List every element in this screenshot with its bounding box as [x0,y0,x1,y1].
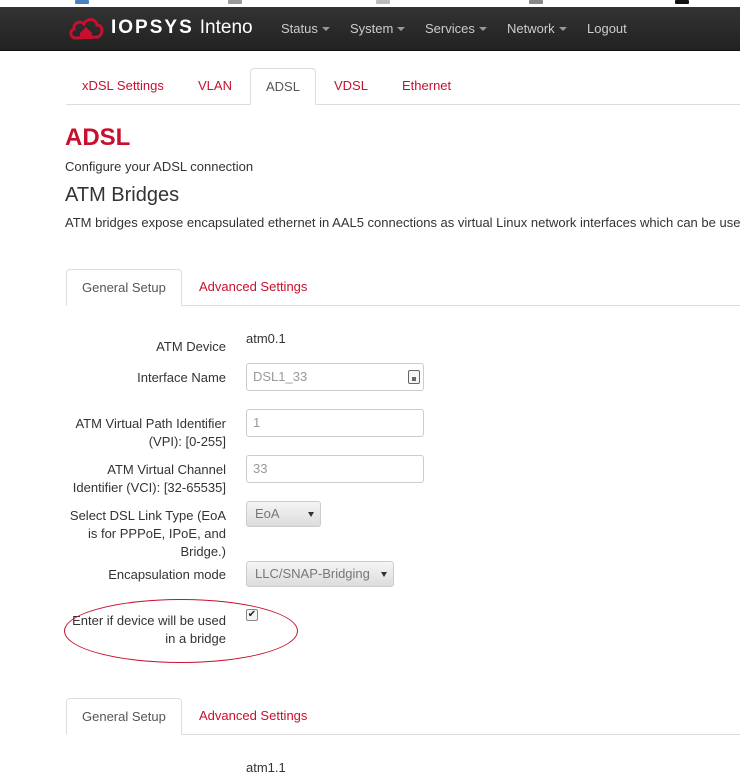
nav-status[interactable]: Status [281,7,330,50]
nav-label: Network [507,21,555,36]
tab-adsl[interactable]: ADSL [250,68,316,105]
caret-down-icon [478,26,487,31]
section-tabs-2: General Setup Advanced Settings [66,698,740,735]
interface-name-input[interactable]: DSL1_33 [246,363,424,391]
tab-vdsl[interactable]: VDSL [319,68,383,103]
dropdown-arrow-icon [381,572,387,577]
nav-logout[interactable]: Logout [587,7,627,50]
tab-xdsl-settings[interactable]: xDSL Settings [67,68,179,103]
browser-bookmark-strip [0,0,740,7]
page-description: Configure your ADSL connection [65,159,254,174]
vci-input[interactable]: 33 [246,455,424,483]
nav-system[interactable]: System [350,7,406,50]
dropdown-arrow-icon [308,512,314,517]
vpi-input[interactable]: 1 [246,409,424,437]
bookmark-icon [675,0,689,4]
encapsulation-value: LLC/SNAP-Bridging [255,566,370,581]
interface-name-value: DSL1_33 [253,369,308,384]
bookmark-icon [75,0,89,4]
tab-general-setup-2[interactable]: General Setup [66,698,182,735]
page-title: ADSL [65,124,131,151]
annotation-ellipse [64,599,298,663]
tab-ethernet[interactable]: Ethernet [387,68,466,103]
tab-advanced-settings[interactable]: Advanced Settings [184,269,322,304]
bookmark-icon [228,0,242,4]
nav-network[interactable]: Network [507,7,567,50]
nav-label: Services [425,21,475,36]
top-tabs: xDSL Settings VLAN ADSL VDSL Ethernet [66,68,740,105]
cloud-house-icon [69,18,104,40]
bookmark-icon [529,0,543,4]
vci-value: 33 [253,461,268,476]
interface-name-label: Interface Name [137,370,226,385]
nav-label: Logout [587,21,627,36]
caret-down-icon [321,26,330,31]
vpi-label: ATM Virtual Path Identifier (VPI): [0-25… [75,416,226,449]
tab-general-setup[interactable]: General Setup [66,269,182,306]
link-type-value: EoA [255,506,280,521]
atm-device-value: atm0.1 [246,331,286,346]
atm-device-label: ATM Device [156,339,226,354]
lock-icon[interactable] [408,370,420,384]
tab-vlan[interactable]: VLAN [183,68,247,103]
nav-label: System [350,21,394,36]
caret-down-icon [558,26,567,31]
nav-label: Status [281,21,318,36]
brand-name: Inteno [199,17,253,38]
link-type-select[interactable]: EoA [246,501,321,527]
nav-services[interactable]: Services [425,7,487,50]
encapsulation-select[interactable]: LLC/SNAP-Bridging [246,561,394,587]
encapsulation-label: Encapsulation mode [108,567,226,582]
link-type-label: Select DSL Link Type (EoA is for PPPoE, … [69,508,226,559]
brand-logo[interactable]: IOPSYS Inteno [67,13,253,43]
section-title: ATM Bridges [65,184,180,206]
section-description: ATM bridges expose encapsulated ethernet… [65,215,740,230]
bookmark-icon [376,0,390,4]
section-tabs: General Setup Advanced Settings [66,269,740,306]
vpi-value: 1 [253,415,261,430]
caret-down-icon [397,26,406,31]
top-navbar: IOPSYS Inteno Status System Services Net… [0,7,740,51]
brand-word: IOPSYS [111,17,194,38]
vci-label: ATM Virtual Channel Identifier (VCI): [3… [72,462,226,495]
tab-advanced-settings-2[interactable]: Advanced Settings [184,698,322,733]
